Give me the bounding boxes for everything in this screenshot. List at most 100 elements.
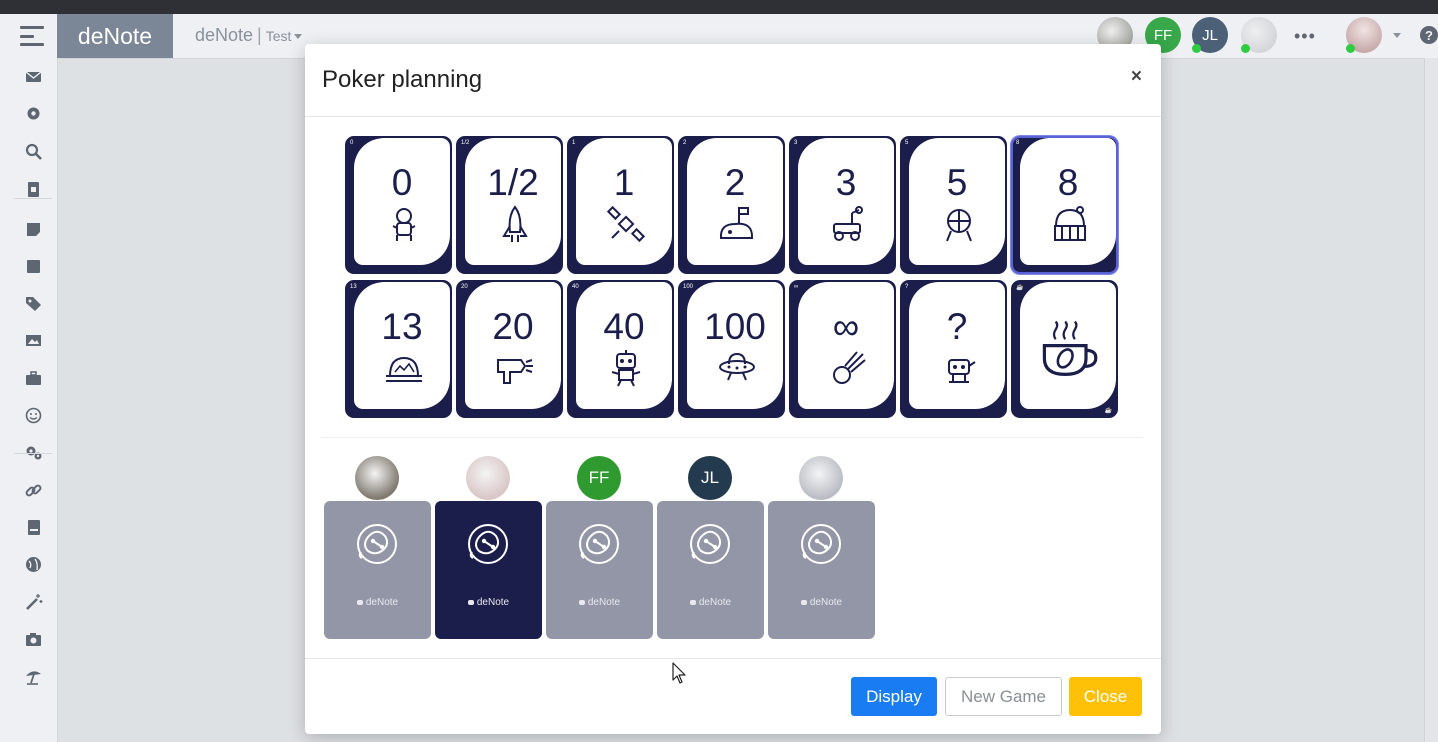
card-value: 40 <box>603 306 645 347</box>
globe-icon[interactable] <box>24 555 43 574</box>
close-icon[interactable]: × <box>1131 66 1142 88</box>
player-card-back: deNote <box>435 501 542 639</box>
estimate-card[interactable]: 0 0 0 <box>345 136 452 274</box>
chevron-down-icon <box>294 33 303 39</box>
card-corner-label: 40 <box>661 408 668 414</box>
gear-icon[interactable] <box>24 104 43 123</box>
top-user-avatar[interactable]: JL <box>1192 17 1228 53</box>
tag-icon[interactable] <box>24 294 43 313</box>
brand-logo[interactable]: deNote <box>57 14 173 58</box>
card-brand: deNote <box>435 597 542 608</box>
avatar-initials: FF <box>1153 26 1173 44</box>
beach-umbrella-icon[interactable] <box>24 667 43 686</box>
document-name: deNote <box>195 25 254 45</box>
top-user-avatar[interactable] <box>1241 17 1277 53</box>
chat-bubble-icon <box>800 599 807 605</box>
comet-icon <box>833 351 866 384</box>
chat-bubble-icon <box>578 599 585 605</box>
document-sub-name: Test <box>265 28 292 44</box>
space-station-icon <box>946 209 972 242</box>
card-corner-label: 1/2 <box>461 140 470 146</box>
player-card-back: deNote <box>546 501 653 639</box>
mouse-cursor-icon <box>672 662 686 684</box>
section-divider <box>321 437 1143 438</box>
moon-flag-icon <box>719 207 754 239</box>
document-breadcrumb[interactable]: deNote | Test <box>195 25 303 46</box>
card-corner-label: 100 <box>683 284 694 290</box>
estimate-card[interactable]: 8 8 8 <box>1011 136 1118 274</box>
estimate-card[interactable]: 1 1 1 <box>567 136 674 274</box>
card-corner-label: ☕ <box>1104 408 1112 414</box>
estimate-card[interactable]: ∞ ∞ ∞ <box>789 280 896 418</box>
magic-wand-icon[interactable] <box>24 593 43 612</box>
card-corner-label: 8 <box>1016 140 1020 146</box>
display-button[interactable]: Display <box>851 677 937 716</box>
card-corner-label: 13 <box>350 284 357 290</box>
estimate-card[interactable]: 20 20 20 <box>456 280 563 418</box>
card-corner-label: 13 <box>439 408 446 414</box>
avatar-initials: JL <box>701 468 719 487</box>
denote-logo-icon <box>579 524 619 564</box>
more-users-icon[interactable]: ••• <box>1294 26 1316 47</box>
chevron-down-icon[interactable] <box>1393 33 1401 38</box>
card-value: ∞ <box>832 306 860 347</box>
card-corner-label: 3 <box>794 140 798 146</box>
help-icon[interactable]: ? <box>1420 26 1438 44</box>
left-sidebar <box>0 58 58 742</box>
new-game-button[interactable]: New Game <box>945 677 1062 716</box>
breadcrumb-separator: | <box>257 25 262 45</box>
player-avatar <box>799 456 843 500</box>
square-icon[interactable] <box>24 257 43 276</box>
dome-base-icon <box>386 356 422 382</box>
estimate-card[interactable]: 40 40 40 <box>567 280 674 418</box>
card-corner-label: 3 <box>886 264 890 270</box>
estimate-card[interactable]: 13 13 13 <box>345 280 452 418</box>
sidebar-divider <box>14 198 52 199</box>
card-corner-label: 20 <box>461 284 468 290</box>
satellite-icon <box>606 205 646 243</box>
rover-icon <box>833 206 863 241</box>
player-slot: JL deNote <box>657 456 764 641</box>
estimate-card[interactable]: ??? <box>900 280 1007 418</box>
card-brand-label: deNote <box>698 597 732 608</box>
card-value: ? <box>946 306 968 347</box>
estimate-card[interactable]: 2 2 2 <box>678 136 785 274</box>
player-avatar <box>466 456 510 500</box>
card-value: 20 <box>492 306 534 347</box>
card-value: 1/2 <box>487 162 539 203</box>
mail-icon[interactable] <box>24 67 43 86</box>
denote-logo-icon <box>468 524 508 564</box>
note-icon[interactable] <box>24 220 43 239</box>
card-corner-label: 20 <box>550 408 557 414</box>
ufo-icon <box>719 352 755 381</box>
briefcase-icon[interactable] <box>24 369 43 388</box>
smiley-icon[interactable] <box>24 406 43 425</box>
camera-icon[interactable] <box>24 630 43 649</box>
image-icon[interactable] <box>24 331 43 350</box>
player-avatar <box>355 456 399 500</box>
search-icon[interactable] <box>24 142 43 161</box>
estimate-card[interactable]: 1/2 1/2 1/2 <box>456 136 563 274</box>
card-corner-label: 2 <box>775 264 779 270</box>
card-value: 1 <box>613 162 635 203</box>
card-corner-label: ∞ <box>885 408 890 414</box>
player-slot: deNote <box>768 456 875 641</box>
estimate-card[interactable]: ☕ ☕ <box>1011 280 1118 418</box>
online-status-icon <box>1346 44 1355 53</box>
card-corner-label: 5 <box>905 140 909 146</box>
link-icon[interactable] <box>24 481 43 500</box>
estimate-card[interactable]: 3 3 3 <box>789 136 896 274</box>
close-button[interactable]: Close <box>1069 677 1142 716</box>
card-brand: deNote <box>324 597 431 608</box>
card-brand-label: deNote <box>365 597 399 608</box>
hamburger-menu-icon[interactable] <box>20 26 44 46</box>
chat-bubble-icon <box>356 599 363 605</box>
current-user-avatar[interactable] <box>1346 17 1382 53</box>
book-icon[interactable] <box>24 518 43 537</box>
document-icon[interactable] <box>24 180 43 199</box>
page-scrollbar[interactable] <box>1424 58 1438 742</box>
card-corner-label: 2 <box>683 140 687 146</box>
estimate-card[interactable]: 100 100 100 <box>678 280 785 418</box>
estimate-card[interactable]: 5 5 5 <box>900 136 1007 274</box>
card-brand-label: deNote <box>587 597 621 608</box>
